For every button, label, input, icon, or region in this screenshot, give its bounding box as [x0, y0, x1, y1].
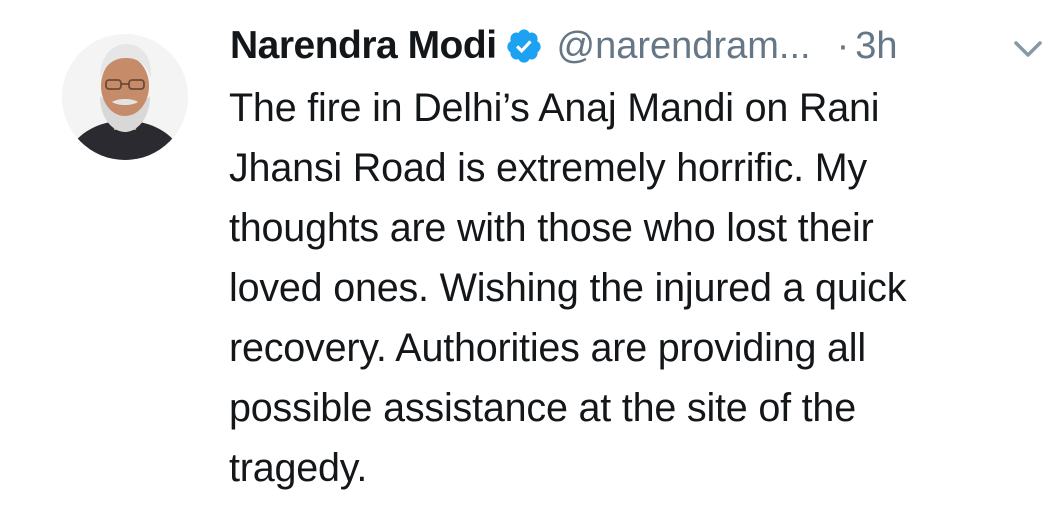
- author-handle[interactable]: @narendram...: [557, 25, 811, 68]
- verified-badge-icon: [505, 27, 543, 65]
- tweet-text-line: tragedy.: [229, 446, 368, 490]
- author-display-name[interactable]: Narendra Modi: [230, 24, 497, 68]
- tweet-timestamp[interactable]: 3h: [855, 25, 897, 68]
- tweet-text-line: thoughts are with those who lost their: [229, 206, 874, 250]
- tweet-card[interactable]: Narendra Modi @narendram... · 3h The fir…: [0, 0, 1058, 516]
- tweet-text: The fire in Delhi’s Anaj Mandi on Rani J…: [229, 78, 1029, 498]
- tweet-text-line: possible assistance at the site of the: [229, 386, 856, 430]
- tweet-text-line: recovery. Authorities are providing all: [229, 326, 866, 370]
- tweet-text-line: loved ones. Wishing the injured a quick: [229, 266, 907, 310]
- tweet-header: Narendra Modi @narendram... · 3h: [230, 18, 898, 74]
- tweet-text-line: The fire in Delhi’s Anaj Mandi on Rani: [229, 86, 880, 130]
- tweet-text-line: Jhansi Road is extremely horrific. My: [229, 146, 867, 190]
- author-avatar[interactable]: [62, 34, 188, 160]
- header-separator: ·: [836, 24, 850, 67]
- chevron-down-icon[interactable]: [1010, 34, 1046, 64]
- avatar-image: [62, 34, 188, 160]
